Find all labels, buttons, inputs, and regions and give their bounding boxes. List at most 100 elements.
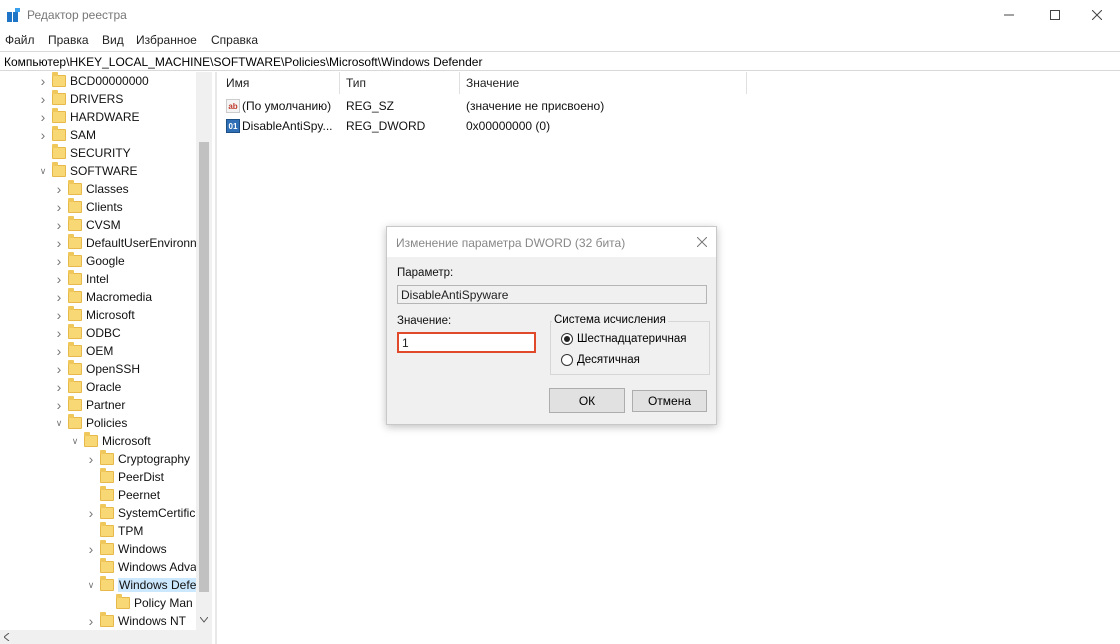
tree-item[interactable]: › SystemCertific bbox=[86, 504, 195, 522]
chevron-right-icon[interactable]: › bbox=[54, 199, 64, 215]
tree-item[interactable]: › Partner bbox=[54, 396, 125, 414]
chevron-right-icon[interactable]: › bbox=[38, 91, 48, 107]
chevron-right-icon[interactable]: › bbox=[54, 235, 64, 251]
tree-item[interactable]: › Windows NT bbox=[86, 612, 186, 630]
tree-item[interactable]: SECURITY bbox=[38, 144, 131, 162]
tree-item[interactable]: Peernet bbox=[86, 486, 160, 504]
chevron-right-icon[interactable]: › bbox=[54, 217, 64, 233]
maximize-button[interactable] bbox=[1032, 0, 1078, 30]
chevron-down-icon[interactable]: ∨ bbox=[70, 436, 80, 446]
tree-item[interactable]: › OpenSSH bbox=[54, 360, 140, 378]
menu-view[interactable]: Вид bbox=[102, 33, 124, 47]
tree-item[interactable]: › Oracle bbox=[54, 378, 121, 396]
chevron-right-icon[interactable]: › bbox=[54, 379, 64, 395]
folder-icon bbox=[100, 522, 114, 537]
chevron-right-icon[interactable]: › bbox=[54, 253, 64, 269]
dialog-close-button[interactable] bbox=[692, 232, 712, 252]
chevron-down-icon[interactable]: ∨ bbox=[86, 580, 96, 590]
tree-item[interactable]: › CVSM bbox=[54, 216, 121, 234]
folder-icon bbox=[100, 486, 114, 501]
value-type: REG_SZ bbox=[346, 99, 395, 113]
address-bar[interactable]: Компьютер\HKEY_LOCAL_MACHINE\SOFTWARE\Po… bbox=[0, 51, 1120, 71]
column-separator[interactable] bbox=[746, 72, 747, 94]
chevron-right-icon[interactable]: › bbox=[54, 181, 64, 197]
tree-item[interactable]: ∨ Windows Defe bbox=[86, 576, 198, 594]
tree-horizontal-scrollbar[interactable] bbox=[0, 630, 212, 644]
tree-item[interactable]: › DefaultUserEnvironn bbox=[54, 234, 197, 252]
pane-splitter[interactable] bbox=[215, 72, 217, 644]
tree-item[interactable]: › Classes bbox=[54, 180, 129, 198]
folder-icon bbox=[68, 252, 82, 267]
tree-item[interactable]: Windows Adva bbox=[86, 558, 197, 576]
tree-item[interactable]: › Windows bbox=[86, 540, 167, 558]
menu-favorites[interactable]: Избранное bbox=[136, 33, 197, 47]
tree-item-label: Cryptography bbox=[118, 452, 191, 466]
tree-item[interactable]: › Google bbox=[54, 252, 125, 270]
close-window-button[interactable] bbox=[1074, 0, 1120, 30]
chevron-down-icon[interactable]: ∨ bbox=[54, 418, 64, 428]
tree-item-label: OEM bbox=[86, 344, 114, 358]
chevron-right-icon[interactable]: › bbox=[54, 271, 64, 287]
tree-item[interactable]: › HARDWARE bbox=[38, 108, 140, 126]
column-type[interactable]: Тип bbox=[346, 76, 366, 90]
tree-item-label: Intel bbox=[86, 272, 109, 286]
ok-button[interactable]: ОК bbox=[549, 388, 625, 413]
base-label: Система исчисления bbox=[552, 314, 668, 326]
tree-item-label: Windows NT bbox=[118, 614, 187, 628]
radio-decimal[interactable]: Десятичная bbox=[561, 354, 640, 366]
scrollbar-thumb[interactable] bbox=[199, 142, 209, 592]
tree-item[interactable]: Policy Man bbox=[102, 594, 193, 612]
chevron-right-icon[interactable]: › bbox=[86, 505, 96, 521]
chevron-right-icon[interactable]: › bbox=[86, 541, 96, 557]
tree-item[interactable]: ∨ SOFTWARE bbox=[38, 162, 138, 180]
menu-help[interactable]: Справка bbox=[211, 33, 258, 47]
chevron-right-icon[interactable]: › bbox=[38, 127, 48, 143]
value-data: (значение не присвоено) bbox=[466, 99, 605, 113]
column-separator[interactable] bbox=[339, 72, 340, 94]
chevron-right-icon[interactable]: › bbox=[38, 109, 48, 125]
chevron-right-icon[interactable]: › bbox=[54, 343, 64, 359]
tree-item[interactable]: ∨ Policies bbox=[54, 414, 127, 432]
chevron-right-icon[interactable]: › bbox=[54, 307, 64, 323]
tree-item[interactable]: › DRIVERS bbox=[38, 90, 123, 108]
radio-hexadecimal[interactable]: Шестнадцатеричная bbox=[561, 333, 686, 345]
minimize-button[interactable] bbox=[986, 0, 1032, 30]
folder-icon bbox=[100, 540, 114, 555]
tree-item[interactable]: PeerDist bbox=[86, 468, 164, 486]
tree-item[interactable]: › Clients bbox=[54, 198, 123, 216]
tree-item[interactable]: › Cryptography bbox=[86, 450, 190, 468]
chevron-right-icon[interactable]: › bbox=[86, 613, 96, 629]
tree-item[interactable]: › BCD00000000 bbox=[38, 72, 149, 90]
chevron-right-icon[interactable]: › bbox=[38, 73, 48, 89]
value-row[interactable]: 01 DisableAntiSpy... bbox=[226, 117, 333, 135]
tree-item[interactable]: › ODBC bbox=[54, 324, 121, 342]
tree-item[interactable]: › SAM bbox=[38, 126, 96, 144]
chevron-down-icon[interactable]: ∨ bbox=[38, 166, 48, 176]
tree-item[interactable]: › OEM bbox=[54, 342, 113, 360]
cancel-button[interactable]: Отмена bbox=[632, 390, 707, 412]
tree-item-label: SystemCertific bbox=[118, 506, 196, 520]
chevron-right-icon[interactable]: › bbox=[54, 361, 64, 377]
menu-file[interactable]: Файл bbox=[5, 33, 35, 47]
tree-item-label: Oracle bbox=[86, 380, 122, 394]
scroll-left-icon[interactable] bbox=[4, 633, 10, 641]
column-value[interactable]: Значение bbox=[466, 76, 519, 90]
chevron-right-icon[interactable]: › bbox=[54, 289, 64, 305]
folder-icon bbox=[52, 162, 66, 177]
chevron-right-icon[interactable]: › bbox=[54, 325, 64, 341]
value-data-input[interactable]: 1 bbox=[397, 332, 536, 353]
value-row[interactable]: ab (По умолчанию) bbox=[226, 97, 331, 115]
tree-item[interactable]: › Microsoft bbox=[54, 306, 135, 324]
tree-item[interactable]: › Macromedia bbox=[54, 288, 152, 306]
chevron-right-icon[interactable]: › bbox=[54, 397, 64, 413]
tree-vertical-scrollbar[interactable] bbox=[196, 72, 212, 632]
tree-item[interactable]: TPM bbox=[86, 522, 143, 540]
tree-item-label: Macromedia bbox=[86, 290, 153, 304]
column-separator[interactable] bbox=[459, 72, 460, 94]
menu-edit[interactable]: Правка bbox=[48, 33, 89, 47]
tree-item[interactable]: ∨ Microsoft bbox=[70, 432, 151, 450]
scroll-down-icon[interactable] bbox=[200, 617, 208, 623]
tree-item[interactable]: › Intel bbox=[54, 270, 109, 288]
column-name[interactable]: Имя bbox=[226, 76, 249, 90]
chevron-right-icon[interactable]: › bbox=[86, 451, 96, 467]
